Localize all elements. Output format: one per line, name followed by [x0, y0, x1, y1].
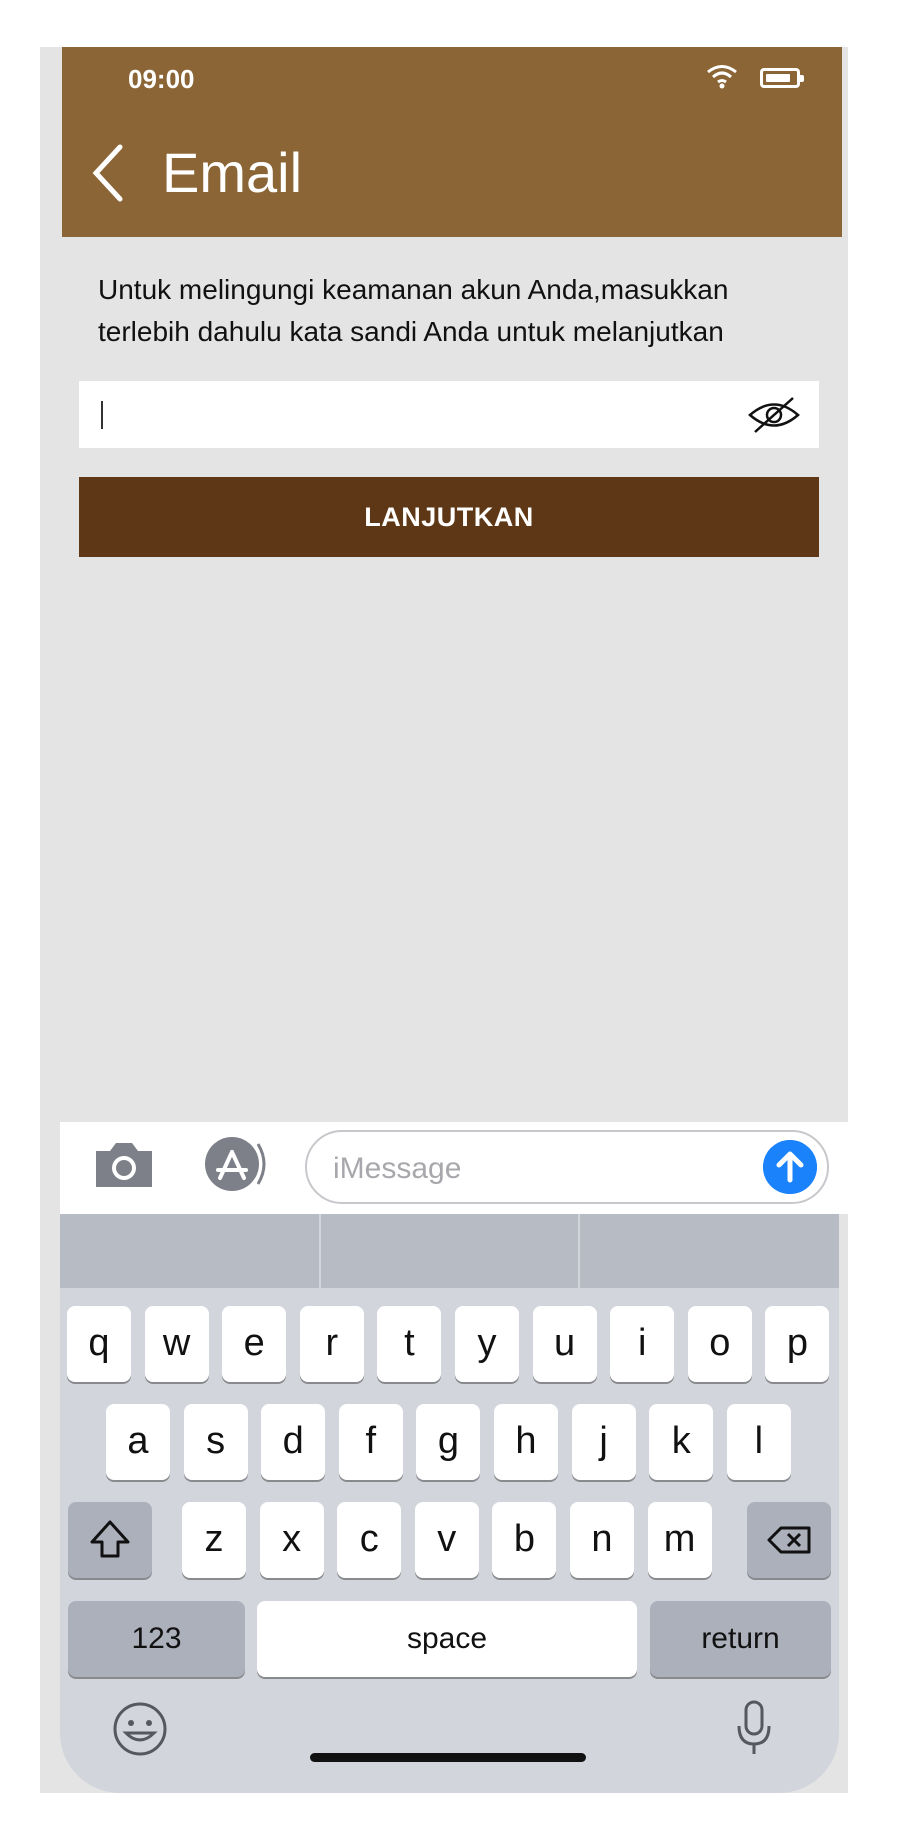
key-l[interactable]: l	[726, 1404, 791, 1480]
return-key[interactable]: return	[650, 1601, 831, 1677]
suggestion-divider	[319, 1214, 321, 1288]
emoji-icon[interactable]	[112, 1701, 168, 1757]
instruction-text: Untuk melingungi keamanan akun Anda,masu…	[98, 274, 729, 347]
key-q[interactable]: q	[67, 1306, 131, 1382]
key-z[interactable]: z	[182, 1502, 246, 1578]
message-bar: iMessage	[60, 1122, 848, 1214]
imessage-placeholder: iMessage	[333, 1152, 462, 1185]
status-time: 09:00	[128, 64, 195, 94]
app-store-icon[interactable]	[198, 1136, 272, 1192]
space-key[interactable]: space	[257, 1601, 637, 1677]
key-h[interactable]: h	[494, 1404, 558, 1480]
battery-icon	[760, 68, 804, 88]
key-t[interactable]: t	[377, 1306, 442, 1382]
send-arrow-icon[interactable]	[763, 1140, 817, 1194]
key-o[interactable]: o	[687, 1306, 752, 1382]
imessage-input[interactable]: iMessage	[305, 1130, 829, 1204]
delete-key[interactable]	[747, 1502, 831, 1578]
key-p[interactable]: p	[765, 1306, 830, 1382]
key-g[interactable]: g	[416, 1404, 481, 1480]
camera-icon[interactable]	[92, 1139, 156, 1191]
key-x[interactable]: x	[259, 1502, 324, 1578]
shift-key[interactable]	[68, 1502, 152, 1578]
page-title: Email	[162, 141, 303, 204]
key-e[interactable]: e	[222, 1306, 287, 1382]
shift-icon	[90, 1520, 130, 1558]
eye-off-icon[interactable]	[747, 394, 801, 436]
text-caret	[101, 401, 103, 429]
key-j[interactable]: j	[571, 1404, 636, 1480]
app-header: 09:00 Email	[62, 47, 842, 237]
key-y[interactable]: y	[455, 1306, 519, 1382]
key-u[interactable]: u	[532, 1306, 597, 1382]
key-v[interactable]: v	[414, 1502, 479, 1578]
key-i[interactable]: i	[610, 1306, 675, 1382]
home-indicator	[310, 1753, 586, 1762]
key-s[interactable]: s	[183, 1404, 248, 1480]
phone-screen: 09:00 Email Untuk melingungi keamanan ak…	[40, 47, 848, 1793]
key-k[interactable]: k	[649, 1404, 714, 1480]
numbers-key[interactable]: 123	[68, 1601, 245, 1677]
password-field[interactable]	[79, 381, 819, 448]
backspace-icon	[767, 1526, 811, 1554]
key-b[interactable]: b	[492, 1502, 557, 1578]
continue-button[interactable]: LANJUTKAN	[79, 477, 819, 557]
back-arrow-icon[interactable]	[88, 143, 128, 203]
key-w[interactable]: w	[144, 1306, 209, 1382]
suggestion-divider	[578, 1214, 580, 1288]
key-m[interactable]: m	[647, 1502, 712, 1578]
key-n[interactable]: n	[570, 1502, 634, 1578]
suggestion-bar	[60, 1214, 839, 1288]
key-r[interactable]: r	[299, 1306, 364, 1382]
key-a[interactable]: a	[106, 1404, 170, 1480]
microphone-icon[interactable]	[734, 1698, 774, 1758]
key-f[interactable]: f	[338, 1404, 403, 1480]
keyboard: 123 space return qwertyuiop asdfghjkl zxcv…	[60, 1214, 839, 1793]
wifi-icon	[707, 65, 737, 89]
key-c[interactable]: c	[337, 1502, 402, 1578]
key-d[interactable]: d	[261, 1404, 326, 1480]
